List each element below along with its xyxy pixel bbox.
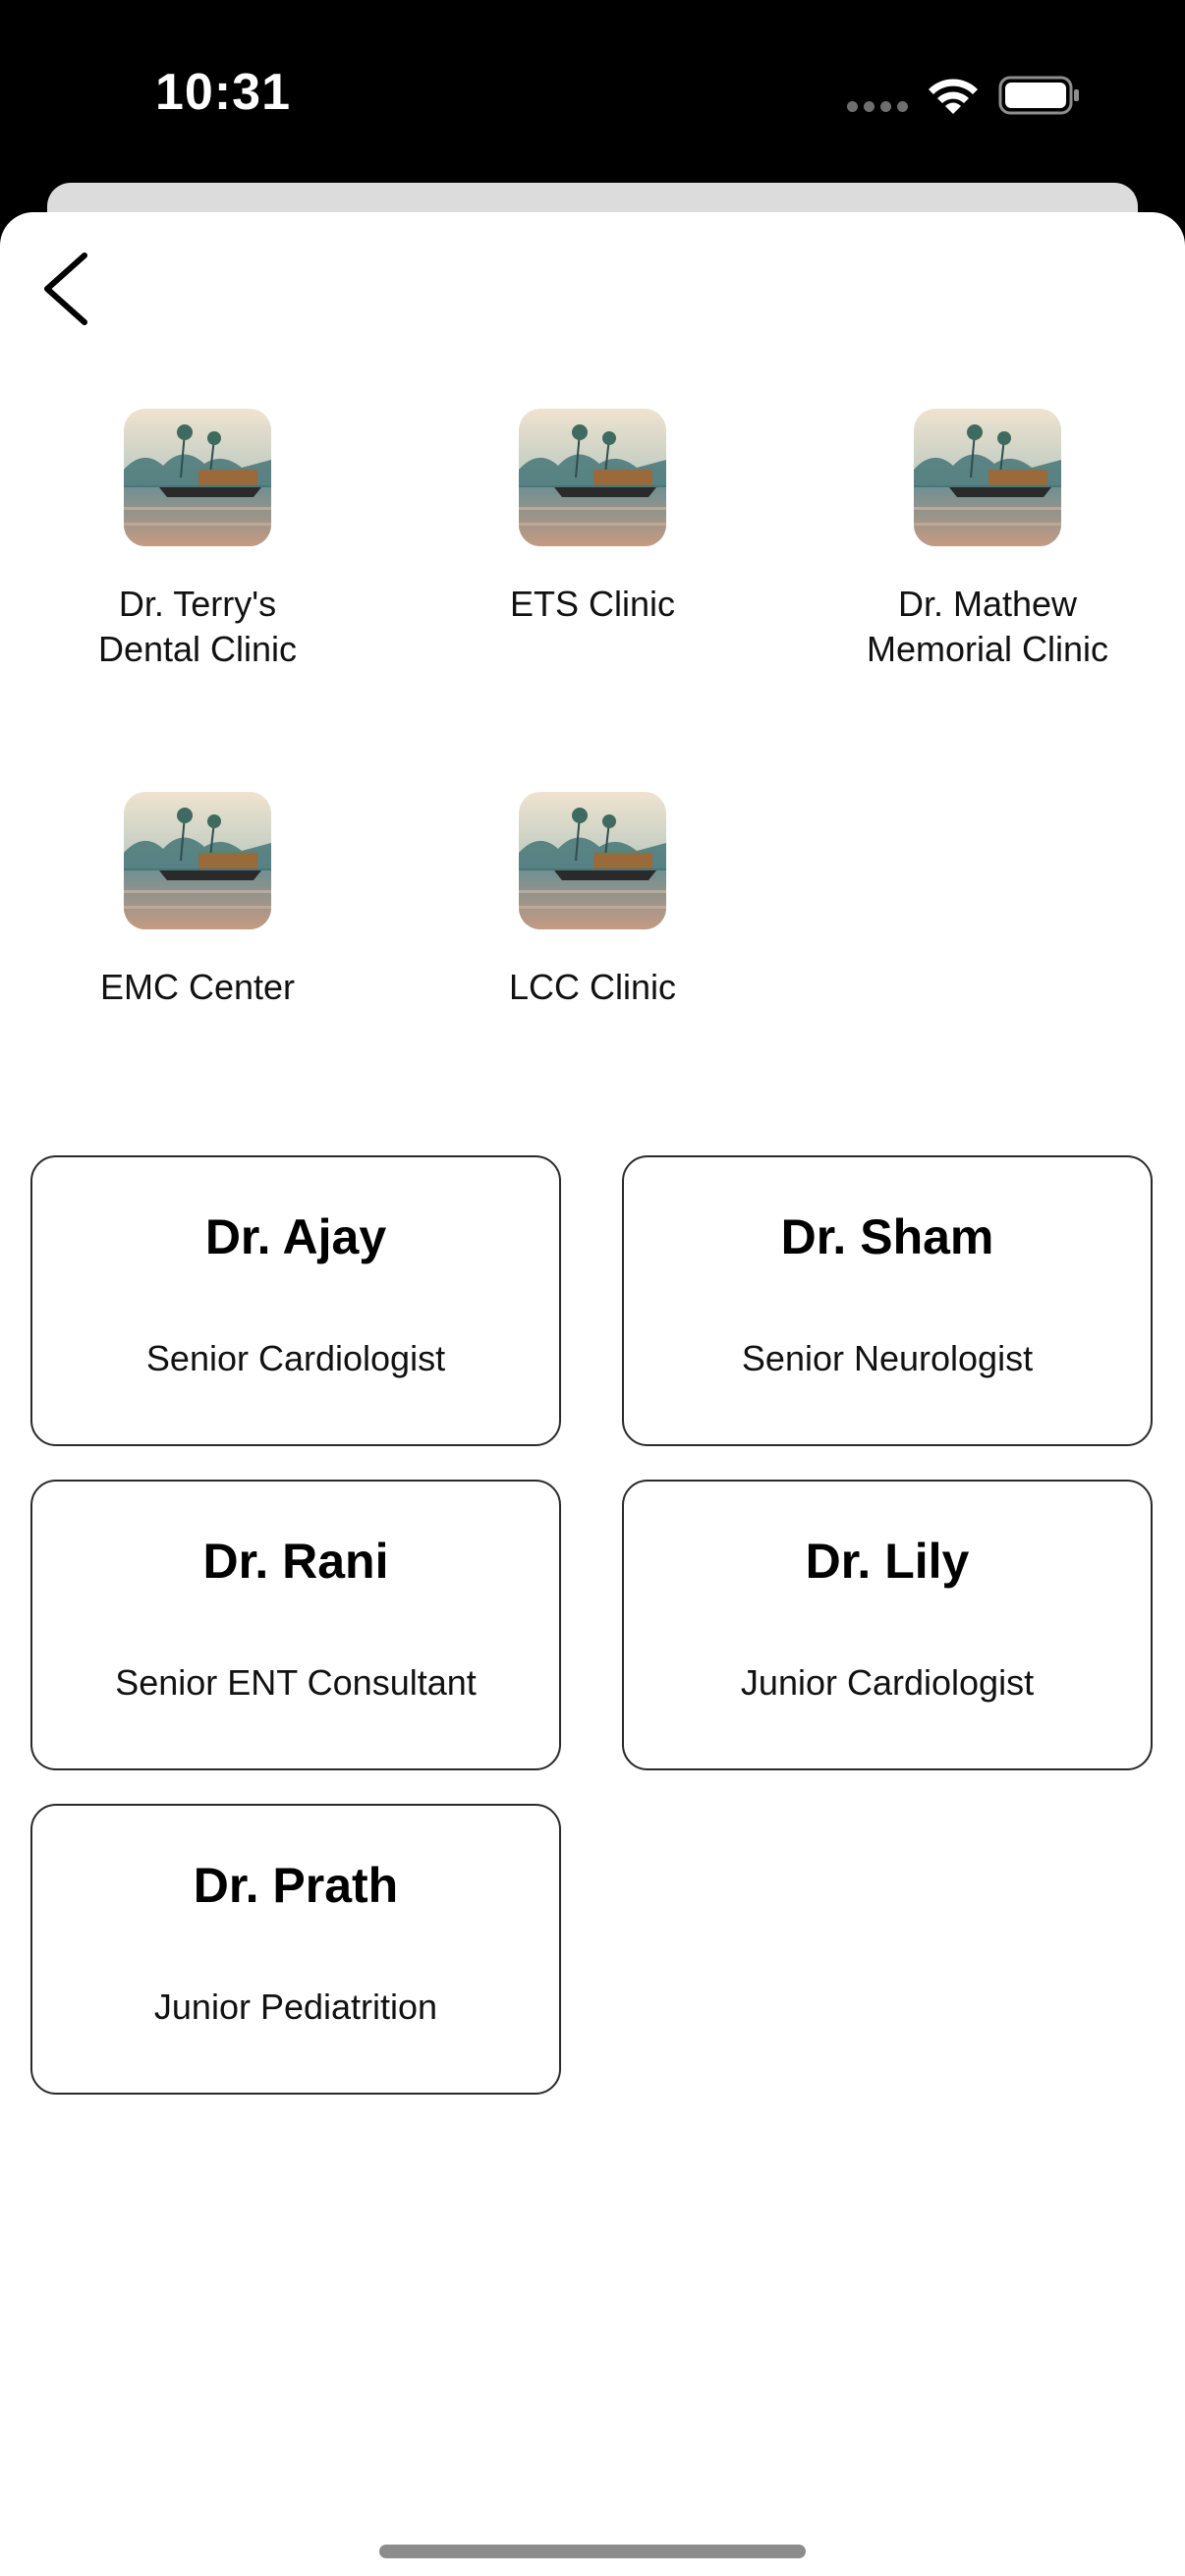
clinic-item[interactable]: EMC Center [50, 792, 345, 1010]
doctor-name: Dr. Sham [780, 1209, 994, 1264]
clinic-item[interactable]: ETS Clinic [445, 409, 740, 627]
doctor-card[interactable]: Dr. Prath Junior Pediatrition [30, 1804, 561, 2095]
clinic-label: Dr. Terry's Dental Clinic [97, 584, 298, 669]
clinic-item[interactable]: LCC Clinic [445, 792, 740, 1010]
clinic-thumbnail [914, 409, 1061, 546]
status-time: 10:31 [155, 64, 291, 121]
modal-sheet: Dr. Terry's Dental Clinic ETS Clinic Dr.… [0, 212, 1185, 2576]
doctor-card[interactable]: Dr. Lily Junior Cardiologist [622, 1480, 1153, 1770]
doctor-name: Dr. Rani [202, 1534, 389, 1589]
clinic-thumbnail [124, 409, 271, 546]
clinic-label: ETS Clinic [509, 584, 676, 624]
doctor-role: Junior Cardiologist [740, 1662, 1035, 1703]
doctor-role: Senior Cardiologist [145, 1338, 446, 1378]
home-indicator[interactable] [379, 2545, 806, 2558]
houseboat-lagoon-image [124, 792, 271, 929]
clinic-thumbnail [519, 409, 666, 546]
clinic-label: EMC Center [99, 967, 296, 1007]
houseboat-lagoon-image [124, 409, 271, 546]
doctor-card[interactable]: Dr. Rani Senior ENT Consultant [30, 1480, 561, 1770]
back-button[interactable] [35, 248, 94, 330]
clinic-thumbnail [519, 792, 666, 929]
doctor-role: Junior Pediatrition [153, 1987, 438, 2027]
doctor-card[interactable]: Dr. Sham Senior Neurologist [622, 1155, 1153, 1446]
status-bar: 10:31 [0, 0, 1185, 187]
clinic-label: LCC Clinic [508, 967, 677, 1007]
doctor-name: Dr. Prath [193, 1858, 399, 1913]
doctor-role: Senior Neurologist [741, 1338, 1034, 1378]
wifi-icon [929, 79, 978, 114]
doctor-card[interactable]: Dr. Ajay Senior Cardiologist [30, 1155, 561, 1446]
houseboat-lagoon-image [914, 409, 1061, 546]
clinic-item[interactable]: Dr. Mathew Memorial Clinic [840, 409, 1135, 672]
battery-icon [998, 76, 1079, 115]
clinic-thumbnail [124, 792, 271, 929]
clinic-label: Dr. Mathew Memorial Clinic [866, 584, 1109, 669]
doctor-role: Senior ENT Consultant [115, 1662, 477, 1703]
clinic-item[interactable]: Dr. Terry's Dental Clinic [50, 409, 345, 672]
cellular-signal-icon [847, 101, 908, 113]
houseboat-lagoon-image [519, 409, 666, 546]
doctor-name: Dr. Lily [805, 1534, 970, 1589]
houseboat-lagoon-image [519, 792, 666, 929]
doctor-name: Dr. Ajay [204, 1209, 387, 1264]
